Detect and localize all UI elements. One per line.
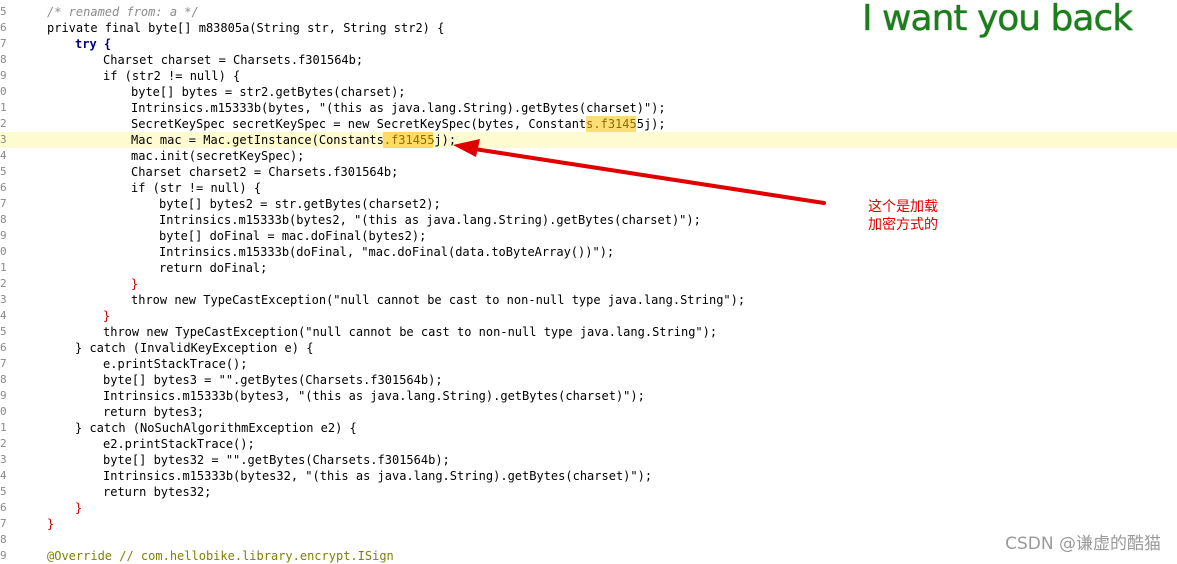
note-line: 加密方式的 bbox=[868, 217, 938, 233]
watermark: CSDN @谦虚的酷猫 bbox=[1005, 534, 1161, 554]
annotation-arrow bbox=[453, 139, 826, 205]
annotation-note: 这个是加载 加密方式的 bbox=[868, 198, 938, 234]
note-line: 这个是加载 bbox=[868, 199, 938, 215]
arrow-shaft bbox=[466, 146, 826, 205]
arrow-head bbox=[453, 139, 480, 157]
overlay-title: I want you back bbox=[862, 0, 1133, 39]
